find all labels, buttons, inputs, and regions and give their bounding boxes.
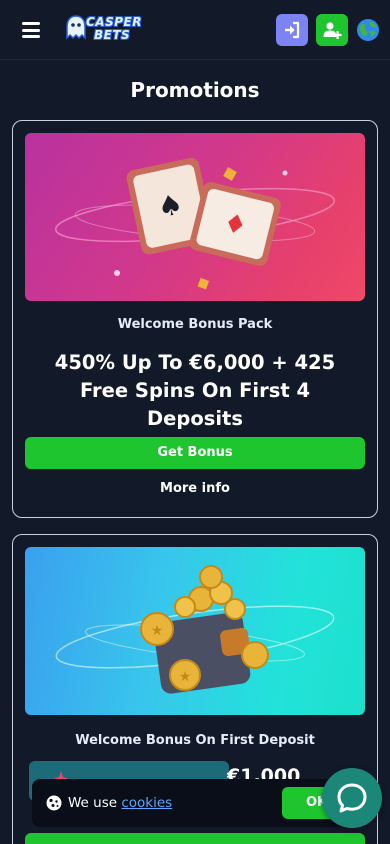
cookie-message: We use [68,795,118,811]
promo-banner-image: ★ ★ [25,547,365,715]
register-button[interactable] [316,14,348,46]
cookie-icon [46,795,62,811]
page-title: Promotions [130,78,260,102]
cookie-banner: We use cookies OK [32,779,362,827]
login-icon [285,21,300,39]
login-button[interactable] [276,14,308,46]
logo[interactable]: CASPER BETS [64,12,148,46]
svg-text:★: ★ [179,669,192,685]
svg-text:★: ★ [151,623,164,639]
ghost-logo-icon [66,15,86,40]
promo-subtitle: Welcome Bonus On First Deposit [75,733,315,748]
cookie-text: We use cookies [68,795,172,811]
logo-text-bets: BETS [94,28,131,42]
promo-banner-image: ♠ ♦ [25,133,365,301]
logo-text-casper: CASPER [86,15,142,29]
more-info-link[interactable]: More info [13,481,377,496]
promo-title: 450% Up To €6,000 + 425 Free Spins On Fi… [54,351,336,430]
header: CASPER BETS [0,0,390,60]
get-bonus-button[interactable]: Get Bonus [25,437,365,469]
menu-icon[interactable] [22,22,40,38]
cookies-link[interactable]: cookies [121,795,172,811]
add-user-icon [323,22,342,39]
promo-subtitle: Welcome Bonus Pack [117,317,273,332]
live-chat-button[interactable] [322,768,382,828]
globe-icon[interactable] [356,18,380,42]
promo-card: ♠ ♦ Welcome Bonus Pack 450% Up To €6,000… [12,120,378,518]
chat-icon [337,783,367,813]
get-bonus-button[interactable] [25,833,365,844]
